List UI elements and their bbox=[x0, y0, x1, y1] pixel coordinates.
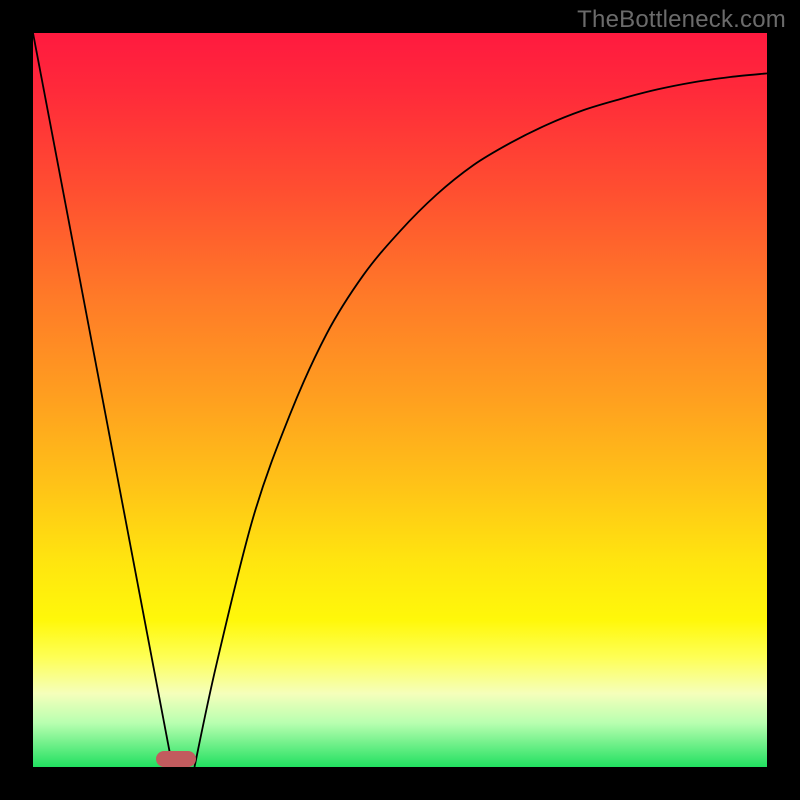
left-falling-line bbox=[33, 33, 173, 767]
chart-frame: TheBottleneck.com bbox=[0, 0, 800, 800]
watermark-text: TheBottleneck.com bbox=[577, 6, 786, 34]
plot-area bbox=[33, 33, 767, 767]
bottleneck-marker bbox=[156, 751, 196, 767]
right-rising-curve bbox=[195, 73, 768, 767]
bottleneck-curve bbox=[33, 33, 767, 767]
